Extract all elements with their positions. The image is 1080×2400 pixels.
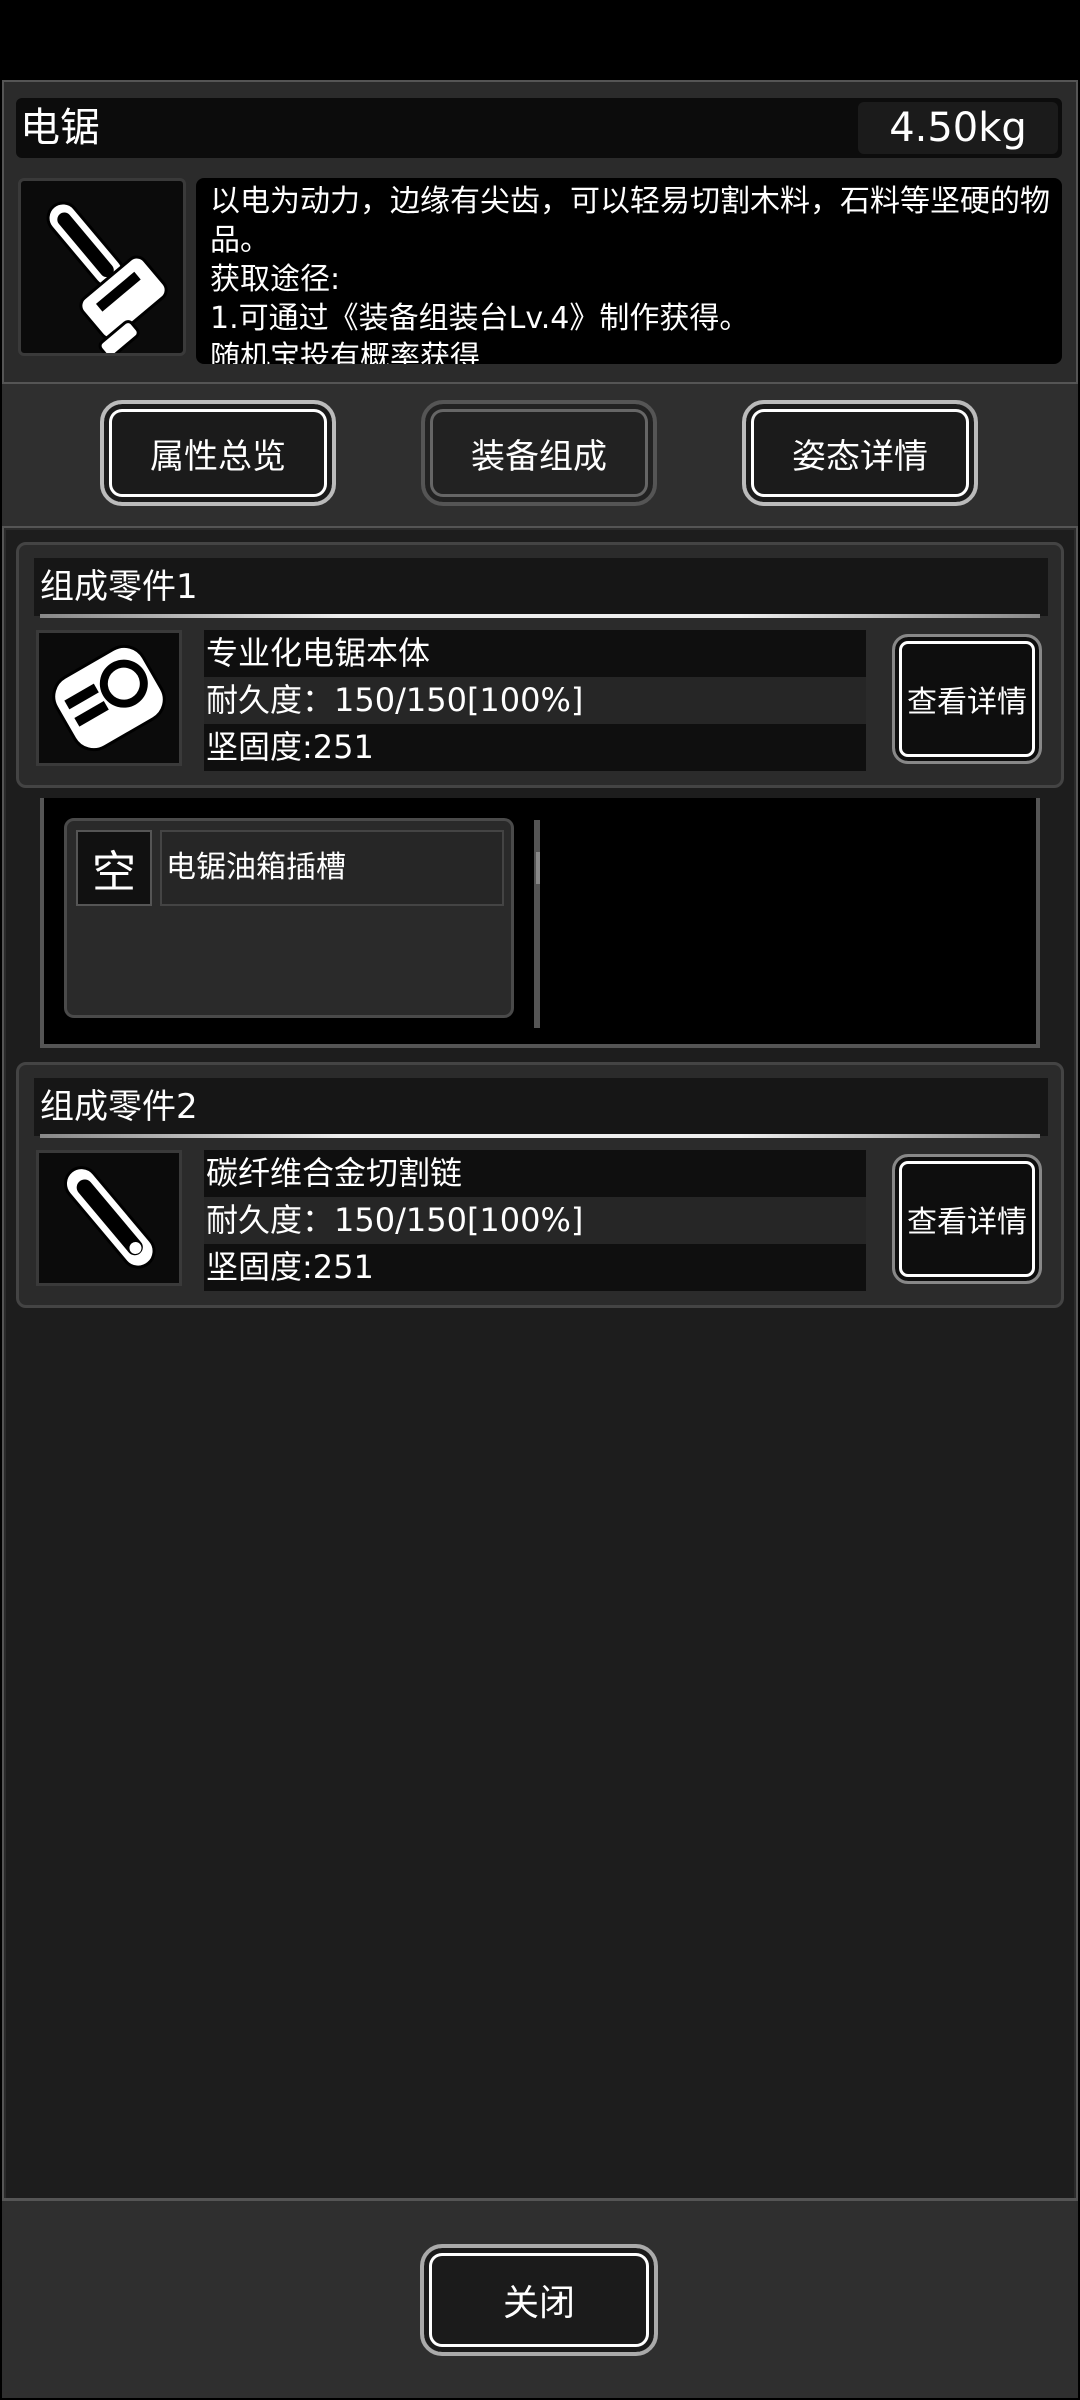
part-hardness: 坚固度:251	[204, 724, 866, 771]
tab-attribute-overview[interactable]: 属性总览	[100, 400, 336, 506]
part-header: 组成零件1	[34, 558, 1048, 616]
part-header-underline	[40, 1134, 1040, 1138]
chainsaw-icon	[46, 201, 168, 353]
part-name: 碳纤维合金切割链	[204, 1150, 866, 1197]
description-line: 以电为动力，边缘有尖齿，可以轻易切割木料，石料等坚硬的物	[210, 184, 1050, 219]
part-header-underline	[40, 614, 1040, 618]
item-description: 以电为动力，边缘有尖齿，可以轻易切割木料，石料等坚硬的物 品。 获取途径: 1.…	[196, 178, 1062, 364]
item-name: 电锯	[20, 105, 100, 151]
item-icon-frame	[18, 178, 186, 356]
view-details-button[interactable]: 查看详情	[892, 1154, 1042, 1284]
part-hardness: 坚固度:251	[204, 1244, 866, 1291]
view-details-button[interactable]: 查看详情	[892, 634, 1042, 764]
tab-stance-details[interactable]: 姿态详情	[742, 400, 978, 506]
slot-name: 电锯油箱插槽	[160, 830, 504, 906]
part-header: 组成零件2	[34, 1078, 1048, 1136]
tab-equipment-composition[interactable]: 装备组成	[421, 400, 657, 506]
scroll-handle[interactable]	[536, 852, 540, 884]
close-button[interactable]: 关闭	[420, 2244, 658, 2356]
description-line: 1.可通过《装备组装台Lv.4》制作获得。	[210, 301, 750, 336]
slot-status: 空	[76, 830, 152, 906]
description-line: 获取途径:	[210, 262, 341, 297]
description-line: 随机宝投有概率获得	[210, 340, 480, 364]
cutting-chain-icon	[63, 1166, 156, 1269]
part-durability: 耐久度：150/150[100%]	[204, 1197, 866, 1244]
part-name: 专业化电锯本体	[204, 630, 866, 677]
part-icon-frame[interactable]	[36, 630, 182, 766]
description-line: 品。	[210, 223, 270, 258]
part-durability: 耐久度：150/150[100%]	[204, 677, 866, 724]
chainsaw-body-icon	[52, 644, 166, 752]
part-icon-frame[interactable]	[36, 1150, 182, 1286]
item-weight: 4.50kg	[858, 102, 1058, 154]
